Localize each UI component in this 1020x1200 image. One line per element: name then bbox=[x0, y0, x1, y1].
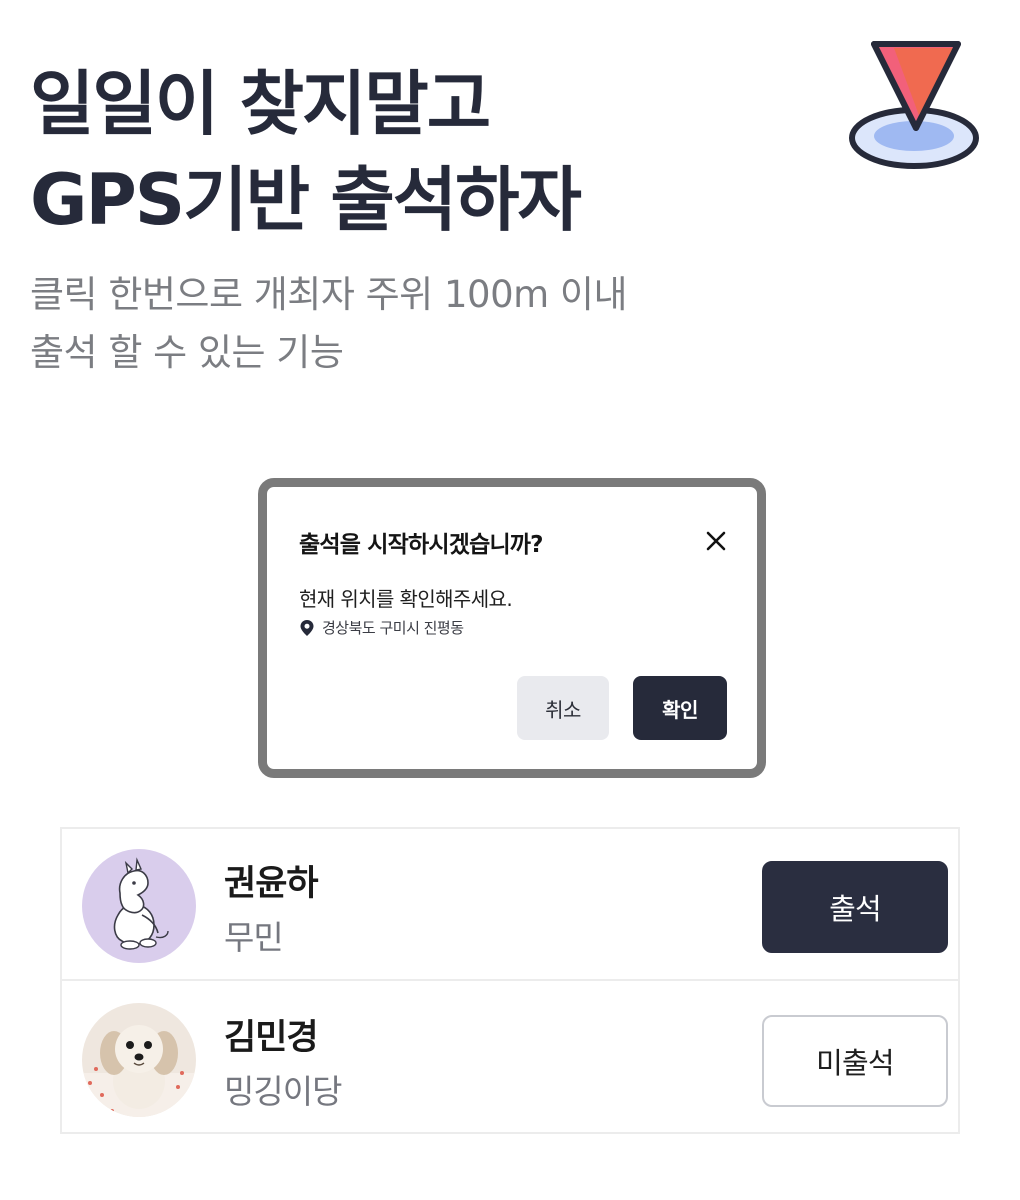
hero-desc-line2: 출석 할 수 있는 기능 bbox=[30, 331, 344, 374]
page: 일일이 찾지말고 GPS기반 출석하자 클릭 한번으로 개최자 주위 100m … bbox=[0, 0, 1020, 1200]
hero-title-line1: 일일이 찾지말고 bbox=[30, 63, 491, 145]
avatar bbox=[82, 849, 196, 963]
puppy-avatar bbox=[82, 1003, 196, 1117]
member-row: 권윤하 무민 출석 bbox=[62, 829, 958, 981]
hero-title-line2: GPS기반 출석하자 bbox=[30, 159, 582, 241]
dialog-location: 경상북도 구미시 진평동 bbox=[299, 617, 464, 638]
hero-description: 클릭 한번으로 개최자 주위 100m 이내 출석 할 수 있는 기능 bbox=[30, 266, 790, 382]
confirm-button[interactable]: 확인 bbox=[633, 676, 727, 740]
dialog-title: 출석을 시작하시겠습니까? bbox=[299, 532, 544, 558]
member-nickname: 밍깅이당 bbox=[224, 1072, 342, 1111]
member-row: 김민경 밍깅이당 미출석 bbox=[62, 983, 958, 1135]
member-name: 김민경 bbox=[224, 1018, 319, 1058]
dialog-message: 현재 위치를 확인해주세요. bbox=[299, 587, 513, 611]
avatar bbox=[82, 1003, 196, 1117]
attendance-status-button[interactable]: 출석 bbox=[762, 861, 948, 953]
location-pin-icon bbox=[300, 619, 314, 636]
moomin-avatar bbox=[82, 849, 196, 963]
close-icon[interactable] bbox=[703, 528, 729, 554]
member-name: 권윤하 bbox=[224, 864, 319, 904]
member-nickname: 무민 bbox=[224, 918, 284, 957]
attendance-status-button[interactable]: 미출석 bbox=[762, 1015, 948, 1107]
cancel-button[interactable]: 취소 bbox=[517, 676, 609, 740]
map-pin-location-icon bbox=[849, 41, 979, 169]
location-text: 경상북도 구미시 진평동 bbox=[322, 619, 464, 637]
hero-desc-line1: 클릭 한번으로 개최자 주위 100m 이내 bbox=[30, 273, 628, 316]
member-list: 권윤하 무민 출석 김민경 밍깅이당 미출석 bbox=[60, 827, 960, 1134]
hero-title: 일일이 찾지말고 GPS기반 출석하자 bbox=[30, 56, 810, 248]
attendance-dialog: 출석을 시작하시겠습니까? 현재 위치를 확인해주세요. 경상북도 구미시 진평… bbox=[258, 478, 766, 778]
